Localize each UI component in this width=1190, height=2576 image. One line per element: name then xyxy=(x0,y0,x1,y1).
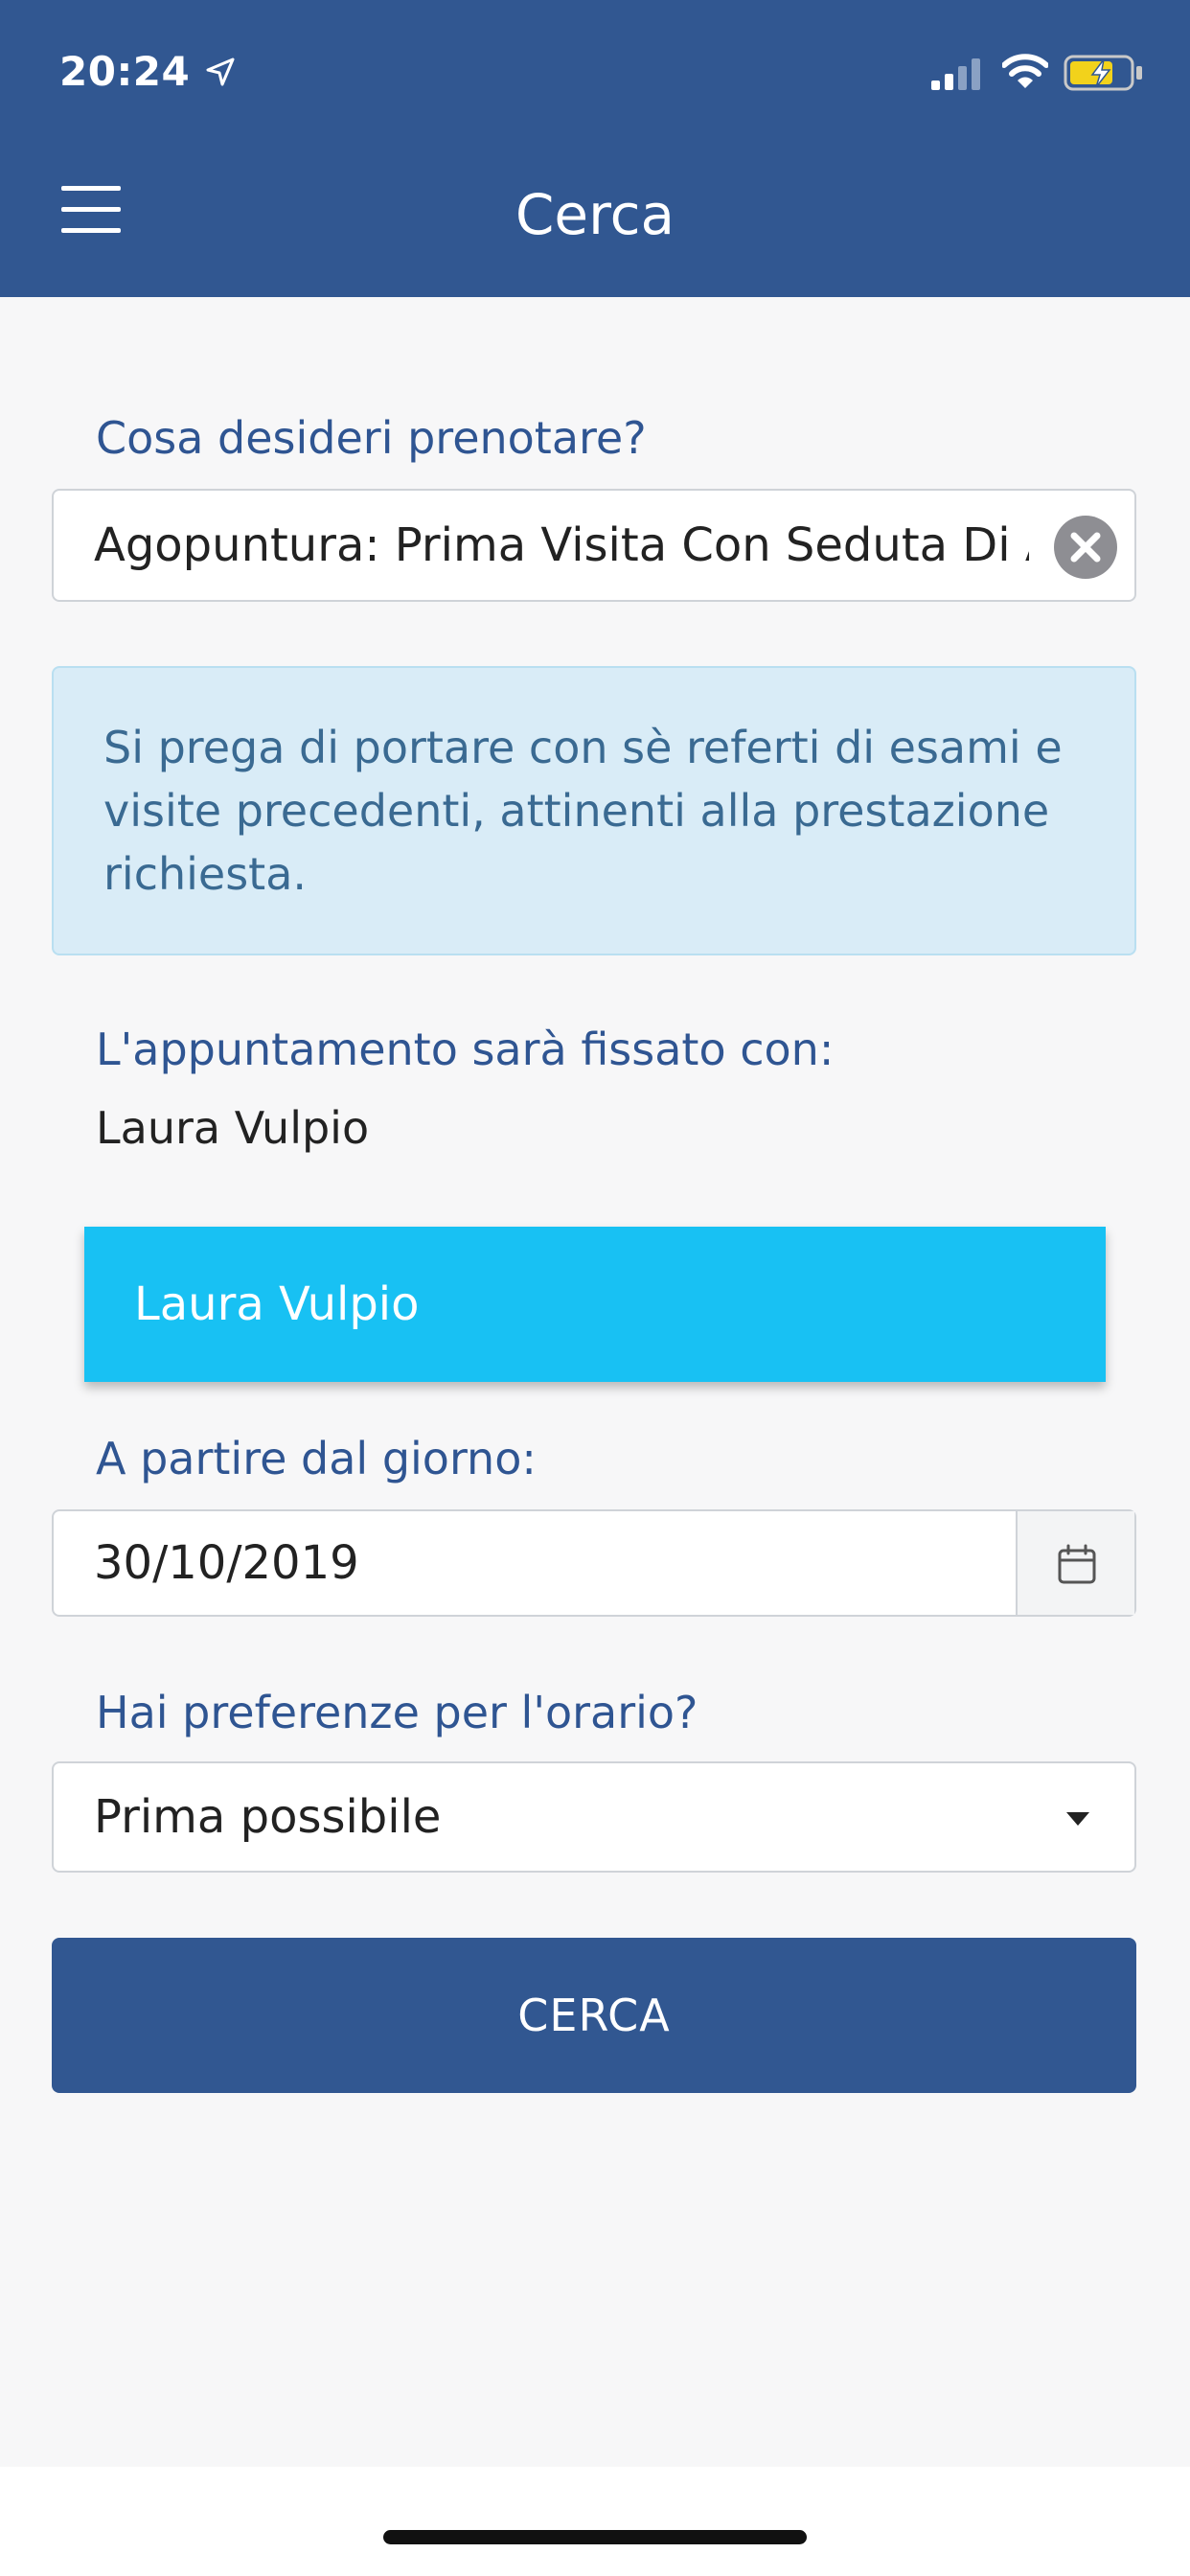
time-pref-value: Prima possibile xyxy=(94,1790,442,1844)
date-input[interactable]: 30/10/2019 xyxy=(52,1509,1136,1617)
chevron-down-icon xyxy=(1066,1812,1089,1826)
calendar-icon xyxy=(1058,1544,1096,1584)
cellular-signal-icon xyxy=(931,58,980,90)
time-pref-label: Hai preferenze per l'orario? xyxy=(96,1687,698,1738)
doctor-option-card[interactable]: Laura Vulpio xyxy=(84,1227,1106,1382)
home-indicator[interactable] xyxy=(383,2530,807,2544)
app-header: 20:24 Cerca xyxy=(0,0,1190,297)
search-button[interactable]: CERCA xyxy=(52,1938,1136,2093)
date-label: A partire dal giorno: xyxy=(96,1433,537,1484)
time-pref-select[interactable]: Prima possibile xyxy=(52,1761,1136,1873)
doctor-option-label: Laura Vulpio xyxy=(134,1277,420,1331)
location-arrow-icon xyxy=(206,58,235,86)
date-value: 30/10/2019 xyxy=(94,1536,359,1590)
battery-icon xyxy=(1064,55,1142,91)
doctor-name: Laura Vulpio xyxy=(96,1102,370,1154)
service-label: Cosa desideri prenotare? xyxy=(96,412,647,464)
info-alert: Si prega di portare con sè referti di es… xyxy=(52,666,1136,955)
service-value: Agopuntura: Prima Visita Con Seduta Di A xyxy=(94,518,1029,572)
wifi-icon xyxy=(1002,54,1048,88)
page-title: Cerca xyxy=(515,182,675,247)
clear-icon[interactable] xyxy=(1052,514,1119,581)
status-time: 20:24 xyxy=(59,48,191,95)
doctor-label: L'appuntamento sarà fissato con: xyxy=(96,1024,835,1075)
app-screen: 20:24 Cerca Cosa desideri prenotare? Ago… xyxy=(0,0,1190,2576)
calendar-button[interactable] xyxy=(1016,1511,1134,1615)
service-input[interactable]: Agopuntura: Prima Visita Con Seduta Di A xyxy=(52,489,1136,602)
home-indicator-area xyxy=(0,2467,1190,2576)
info-message: Si prega di portare con sè referti di es… xyxy=(103,722,1063,900)
